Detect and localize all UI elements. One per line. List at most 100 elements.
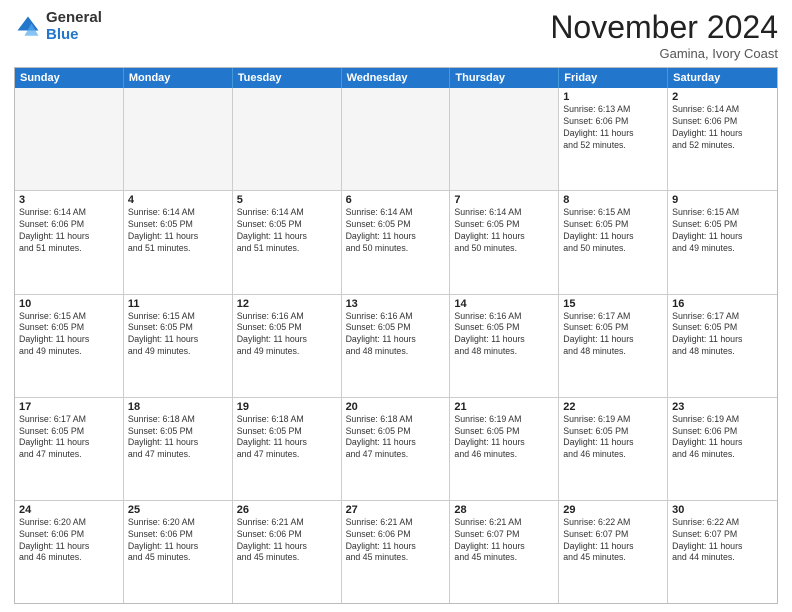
day-info: Sunrise: 6:17 AM Sunset: 6:05 PM Dayligh… [19, 414, 119, 462]
day-number: 22 [563, 401, 663, 413]
day-info: Sunrise: 6:22 AM Sunset: 6:07 PM Dayligh… [563, 517, 663, 565]
day-number: 18 [128, 401, 228, 413]
title-block: November 2024 Gamina, Ivory Coast [550, 10, 778, 61]
day-cell-12: 12Sunrise: 6:16 AM Sunset: 6:05 PM Dayli… [233, 295, 342, 397]
day-number: 5 [237, 194, 337, 206]
day-number: 16 [672, 298, 773, 310]
day-info: Sunrise: 6:19 AM Sunset: 6:05 PM Dayligh… [454, 414, 554, 462]
logo-text: General Blue [46, 10, 102, 43]
calendar-body: 1Sunrise: 6:13 AM Sunset: 6:06 PM Daylig… [15, 88, 777, 603]
day-number: 20 [346, 401, 446, 413]
weekday-header-tuesday: Tuesday [233, 68, 342, 88]
day-cell-14: 14Sunrise: 6:16 AM Sunset: 6:05 PM Dayli… [450, 295, 559, 397]
day-number: 2 [672, 91, 773, 103]
day-info: Sunrise: 6:15 AM Sunset: 6:05 PM Dayligh… [19, 311, 119, 359]
day-info: Sunrise: 6:21 AM Sunset: 6:06 PM Dayligh… [346, 517, 446, 565]
day-cell-5: 5Sunrise: 6:14 AM Sunset: 6:05 PM Daylig… [233, 191, 342, 293]
calendar-row-1: 1Sunrise: 6:13 AM Sunset: 6:06 PM Daylig… [15, 88, 777, 190]
day-info: Sunrise: 6:19 AM Sunset: 6:05 PM Dayligh… [563, 414, 663, 462]
logo-blue: Blue [46, 27, 102, 44]
logo-general: General [46, 10, 102, 27]
day-cell-19: 19Sunrise: 6:18 AM Sunset: 6:05 PM Dayli… [233, 398, 342, 500]
weekday-header-sunday: Sunday [15, 68, 124, 88]
day-cell-23: 23Sunrise: 6:19 AM Sunset: 6:06 PM Dayli… [668, 398, 777, 500]
day-number: 14 [454, 298, 554, 310]
day-number: 8 [563, 194, 663, 206]
header: General Blue November 2024 Gamina, Ivory… [14, 10, 778, 61]
day-number: 3 [19, 194, 119, 206]
day-info: Sunrise: 6:14 AM Sunset: 6:05 PM Dayligh… [128, 207, 228, 255]
day-number: 23 [672, 401, 773, 413]
day-info: Sunrise: 6:21 AM Sunset: 6:06 PM Dayligh… [237, 517, 337, 565]
day-number: 13 [346, 298, 446, 310]
day-info: Sunrise: 6:18 AM Sunset: 6:05 PM Dayligh… [237, 414, 337, 462]
day-cell-21: 21Sunrise: 6:19 AM Sunset: 6:05 PM Dayli… [450, 398, 559, 500]
day-info: Sunrise: 6:14 AM Sunset: 6:06 PM Dayligh… [19, 207, 119, 255]
logo: General Blue [14, 10, 102, 43]
day-info: Sunrise: 6:15 AM Sunset: 6:05 PM Dayligh… [672, 207, 773, 255]
weekday-header-monday: Monday [124, 68, 233, 88]
empty-cell [233, 88, 342, 190]
calendar-row-2: 3Sunrise: 6:14 AM Sunset: 6:06 PM Daylig… [15, 190, 777, 293]
day-cell-16: 16Sunrise: 6:17 AM Sunset: 6:05 PM Dayli… [668, 295, 777, 397]
day-info: Sunrise: 6:18 AM Sunset: 6:05 PM Dayligh… [128, 414, 228, 462]
day-cell-20: 20Sunrise: 6:18 AM Sunset: 6:05 PM Dayli… [342, 398, 451, 500]
day-cell-13: 13Sunrise: 6:16 AM Sunset: 6:05 PM Dayli… [342, 295, 451, 397]
weekday-header-friday: Friday [559, 68, 668, 88]
day-number: 6 [346, 194, 446, 206]
day-number: 29 [563, 504, 663, 516]
calendar: SundayMondayTuesdayWednesdayThursdayFrid… [14, 67, 778, 604]
day-number: 9 [672, 194, 773, 206]
empty-cell [124, 88, 233, 190]
day-info: Sunrise: 6:20 AM Sunset: 6:06 PM Dayligh… [128, 517, 228, 565]
day-info: Sunrise: 6:21 AM Sunset: 6:07 PM Dayligh… [454, 517, 554, 565]
page: General Blue November 2024 Gamina, Ivory… [0, 0, 792, 612]
day-cell-15: 15Sunrise: 6:17 AM Sunset: 6:05 PM Dayli… [559, 295, 668, 397]
day-number: 26 [237, 504, 337, 516]
day-cell-9: 9Sunrise: 6:15 AM Sunset: 6:05 PM Daylig… [668, 191, 777, 293]
day-info: Sunrise: 6:15 AM Sunset: 6:05 PM Dayligh… [128, 311, 228, 359]
day-cell-2: 2Sunrise: 6:14 AM Sunset: 6:06 PM Daylig… [668, 88, 777, 190]
day-cell-3: 3Sunrise: 6:14 AM Sunset: 6:06 PM Daylig… [15, 191, 124, 293]
logo-icon [14, 13, 42, 41]
day-cell-30: 30Sunrise: 6:22 AM Sunset: 6:07 PM Dayli… [668, 501, 777, 603]
day-info: Sunrise: 6:14 AM Sunset: 6:06 PM Dayligh… [672, 104, 773, 152]
day-info: Sunrise: 6:17 AM Sunset: 6:05 PM Dayligh… [563, 311, 663, 359]
day-info: Sunrise: 6:14 AM Sunset: 6:05 PM Dayligh… [237, 207, 337, 255]
day-cell-4: 4Sunrise: 6:14 AM Sunset: 6:05 PM Daylig… [124, 191, 233, 293]
weekday-header-wednesday: Wednesday [342, 68, 451, 88]
day-number: 15 [563, 298, 663, 310]
day-number: 7 [454, 194, 554, 206]
day-cell-27: 27Sunrise: 6:21 AM Sunset: 6:06 PM Dayli… [342, 501, 451, 603]
calendar-row-5: 24 Sunrise: 6:20 AM Sunset: 6:06 PM Dayli… [15, 500, 777, 603]
day-info: Sunrise: 6:17 AM Sunset: 6:05 PM Dayligh… [672, 311, 773, 359]
day-number: 30 [672, 504, 773, 516]
empty-cell [15, 88, 124, 190]
day-info: Sunrise: 6:16 AM Sunset: 6:05 PM Dayligh… [454, 311, 554, 359]
weekday-header-thursday: Thursday [450, 68, 559, 88]
day-number: 17 [19, 401, 119, 413]
day-number: 21 [454, 401, 554, 413]
day-number: 24 [19, 504, 119, 516]
day-number: 11 [128, 298, 228, 310]
day-cell-6: 6Sunrise: 6:14 AM Sunset: 6:05 PM Daylig… [342, 191, 451, 293]
day-cell-17: 17Sunrise: 6:17 AM Sunset: 6:05 PM Dayli… [15, 398, 124, 500]
day-number: 12 [237, 298, 337, 310]
day-info: Sunrise: 6:13 AM Sunset: 6:06 PM Dayligh… [563, 104, 663, 152]
day-number: 10 [19, 298, 119, 310]
day-number: 4 [128, 194, 228, 206]
empty-cell [450, 88, 559, 190]
day-cell-18: 18Sunrise: 6:18 AM Sunset: 6:05 PM Dayli… [124, 398, 233, 500]
weekday-header-saturday: Saturday [668, 68, 777, 88]
day-info: Sunrise: 6:18 AM Sunset: 6:05 PM Dayligh… [346, 414, 446, 462]
day-cell-11: 11Sunrise: 6:15 AM Sunset: 6:05 PM Dayli… [124, 295, 233, 397]
day-cell-1: 1Sunrise: 6:13 AM Sunset: 6:06 PM Daylig… [559, 88, 668, 190]
day-number: 27 [346, 504, 446, 516]
day-number: 1 [563, 91, 663, 103]
day-cell-22: 22Sunrise: 6:19 AM Sunset: 6:05 PM Dayli… [559, 398, 668, 500]
day-info: Sunrise: 6:16 AM Sunset: 6:05 PM Dayligh… [346, 311, 446, 359]
day-number: 19 [237, 401, 337, 413]
month-title: November 2024 [550, 10, 778, 45]
day-number: 25 [128, 504, 228, 516]
day-info: Sunrise: 6:16 AM Sunset: 6:05 PM Dayligh… [237, 311, 337, 359]
